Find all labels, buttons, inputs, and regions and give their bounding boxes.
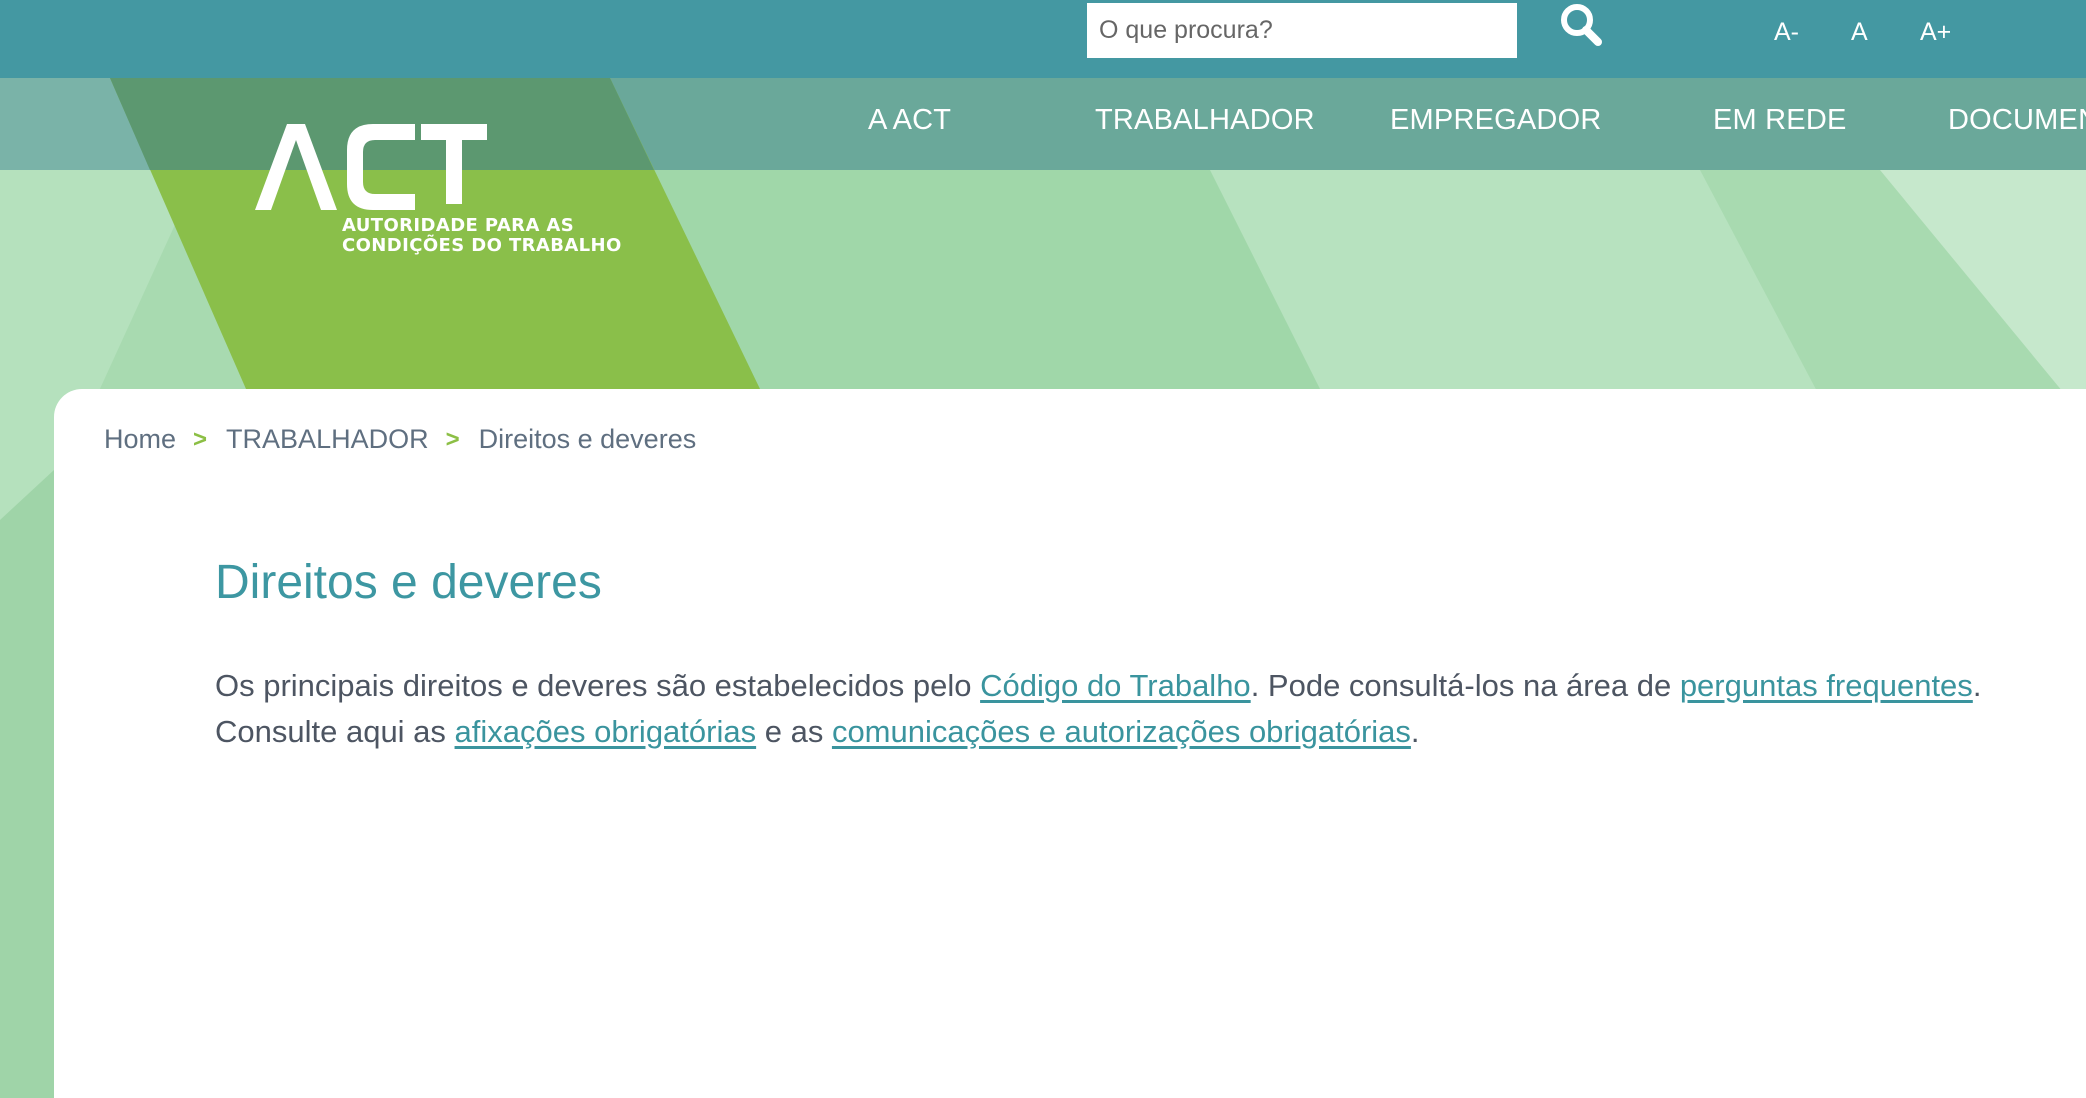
nav-item-em-rede[interactable]: EM REDE [1713,104,1847,137]
font-decrease-button[interactable]: A- [1774,14,1799,50]
content-card: Home > TRABALHADOR > Direitos e deveres Dire… [54,389,2086,1098]
act-logo-mark [255,124,487,210]
search-input[interactable] [1087,3,1517,58]
nav-item-trabalhador[interactable]: TRABALHADOR [1095,104,1315,137]
breadcrumb-separator: > [445,425,460,453]
intro-paragraph: Os principais direitos e deveres são est… [215,663,2086,755]
breadcrumb-current: Direitos e deveres [478,424,697,455]
search-button[interactable] [1555,0,1607,52]
nav-item-documentos[interactable]: DOCUMEN [1948,104,2086,137]
top-utility-bar: A- A A+ [0,0,2086,78]
breadcrumb-trabalhador[interactable]: TRABALHADOR [226,424,429,455]
perguntas-frequentes-link[interactable]: perguntas frequentes [1680,668,1973,703]
search-icon [1561,4,1602,46]
logo-subtitle-line1: AUTORIDADE PARA AS [342,215,575,236]
paragraph-text: . Pode consultá-los na área de [1250,668,1680,703]
codigo-do-trabalho-link[interactable]: Código do Trabalho [980,668,1251,703]
page-title: Direitos e deveres [215,556,602,609]
breadcrumb: Home > TRABALHADOR > Direitos e deveres [104,423,696,455]
comunicacoes-autorizacoes-link[interactable]: comunicações e autorizações obrigatórias [832,714,1411,749]
paragraph-text: . [1410,714,1420,749]
font-increase-button[interactable]: A+ [1920,14,1951,50]
nav-item-a-act[interactable]: A ACT [868,104,951,137]
logo-subtitle: AUTORIDADE PARA AS CONDIÇÕES DO TRABALHO [342,216,622,256]
afixacoes-obrigatorias-link[interactable]: afixações obrigatórias [455,714,757,749]
nav-item-empregador[interactable]: EMPREGADOR [1390,104,1601,137]
font-normal-button[interactable]: A [1851,14,1868,50]
paragraph-text: Os principais direitos e deveres são est… [215,668,981,703]
breadcrumb-separator: > [193,425,208,453]
act-logo[interactable]: AUTORIDADE PARA AS CONDIÇÕES DO TRABALHO [255,120,621,260]
paragraph-text: e as [756,714,832,749]
logo-subtitle-line2: CONDIÇÕES DO TRABALHO [342,235,622,256]
breadcrumb-home[interactable]: Home [104,424,176,455]
